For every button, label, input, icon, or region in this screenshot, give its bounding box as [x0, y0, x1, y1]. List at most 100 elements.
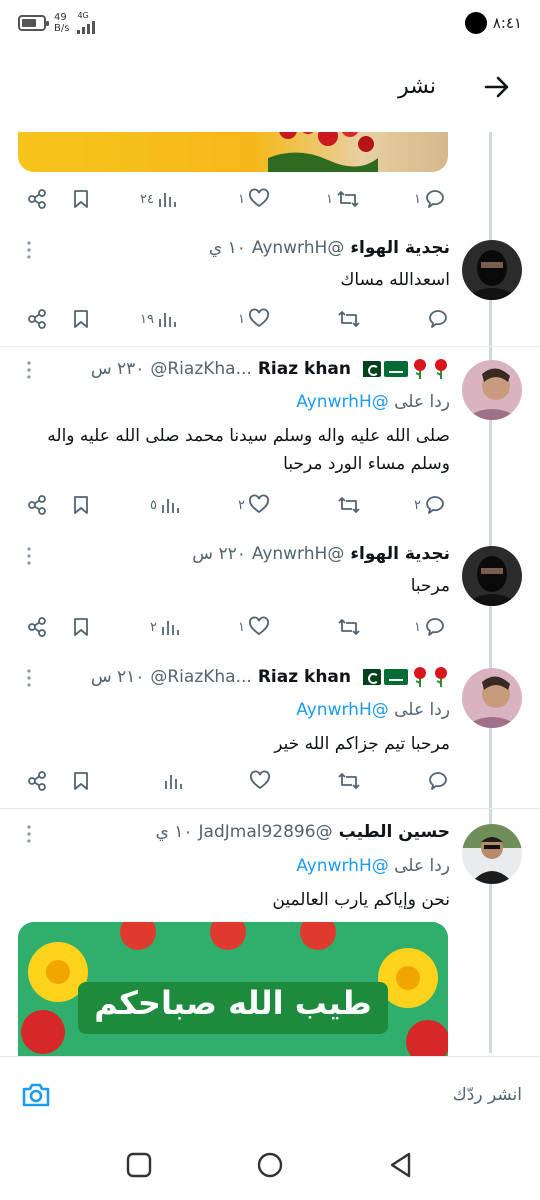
- greeting-text: طيب الله صباحكم: [94, 984, 372, 1022]
- views-icon: [159, 313, 176, 327]
- retweet-button[interactable]: [334, 612, 361, 642]
- handle[interactable]: @RiazKha...: [150, 359, 251, 379]
- avatar[interactable]: [462, 824, 522, 884]
- post-image-bottom[interactable]: طيب الله صباحكم: [18, 922, 448, 1056]
- name-emojis: [357, 666, 450, 688]
- triangle-back-icon[interactable]: [386, 1150, 416, 1180]
- views-count: ١٩: [140, 311, 154, 327]
- saudi-flag-icon: [384, 669, 408, 685]
- top-post-actions: ٢٤ ١ ١ ١: [0, 184, 460, 214]
- bookmark-icon: [74, 772, 88, 790]
- reply-input[interactable]: [102, 1079, 522, 1111]
- tweet-text: صلى الله عليه واله وسلم سيدنا محمد صلى ا…: [47, 426, 450, 474]
- avatar-image: [462, 824, 522, 884]
- mention-link[interactable]: @AynwrhH: [296, 700, 388, 720]
- like-button[interactable]: ٢: [238, 490, 270, 520]
- tweet-text: اسعدالله مساك: [340, 270, 450, 290]
- display-name[interactable]: نجدية الهواء: [350, 238, 450, 258]
- views-button[interactable]: ١٩: [140, 304, 177, 334]
- views-button[interactable]: [160, 766, 183, 796]
- share-button[interactable]: [26, 184, 48, 214]
- signal-icon: [77, 20, 96, 34]
- share-icon: [28, 617, 46, 637]
- retweet-button[interactable]: ١: [326, 184, 360, 214]
- avatar[interactable]: [462, 668, 522, 728]
- like-button[interactable]: ١: [238, 184, 270, 214]
- avatar[interactable]: [462, 546, 522, 606]
- share-button[interactable]: [26, 490, 48, 520]
- handle[interactable]: @JadJmal92896: [199, 822, 333, 842]
- like-count: ١: [238, 191, 245, 207]
- views-button[interactable]: ٥: [150, 490, 180, 520]
- reply-button[interactable]: ٢: [414, 490, 446, 520]
- front-camera: [464, 12, 487, 34]
- avatar[interactable]: [462, 240, 522, 300]
- heart-icon: [249, 308, 269, 328]
- like-button[interactable]: ١: [238, 304, 270, 334]
- bookmark-button[interactable]: [70, 304, 92, 334]
- tweet-2-actions: ٥ ٢ ٢: [0, 490, 460, 520]
- avatar-image: [462, 546, 522, 606]
- reply-button[interactable]: [424, 766, 449, 796]
- camera-icon[interactable]: [20, 1079, 52, 1111]
- more-icon[interactable]: [22, 668, 36, 688]
- views-button[interactable]: ٢: [150, 612, 180, 642]
- replying-to: ردا على @AynwrhH: [296, 700, 450, 720]
- bookmark-button[interactable]: [70, 766, 92, 796]
- replying-to: ردا على @AynwrhH: [296, 392, 450, 412]
- views-icon: [159, 193, 176, 207]
- share-button[interactable]: [26, 612, 48, 642]
- bookmark-button[interactable]: [70, 184, 92, 214]
- square-icon[interactable]: [124, 1150, 154, 1180]
- reply-button[interactable]: [424, 304, 449, 334]
- mention-link[interactable]: @AynwrhH: [296, 392, 388, 412]
- display-name[interactable]: حسين الطيب: [339, 822, 450, 842]
- more-icon[interactable]: [22, 546, 36, 566]
- network-speed-unit: B/s: [54, 23, 70, 34]
- tweet-text: مرحبا: [410, 576, 450, 596]
- avatar[interactable]: [462, 360, 522, 420]
- avatar-image: [462, 240, 522, 300]
- bookmark-button[interactable]: [70, 612, 92, 642]
- tweet-3-actions: ٢ ١ ١: [0, 612, 460, 642]
- like-button[interactable]: ١: [238, 612, 270, 642]
- more-icon[interactable]: [22, 824, 36, 844]
- display-name[interactable]: Riaz khan: [258, 667, 351, 687]
- views-button[interactable]: ٢٤: [140, 184, 177, 214]
- divider: [0, 808, 540, 809]
- rose-icon: [414, 359, 426, 379]
- like-count: ١: [238, 311, 245, 327]
- page-title: نشر: [398, 74, 436, 99]
- retweet-button[interactable]: [334, 304, 361, 334]
- bookmark-button[interactable]: [70, 490, 92, 520]
- share-button[interactable]: [26, 304, 48, 334]
- reply-icon: [426, 496, 444, 514]
- views-icon: [162, 499, 179, 513]
- bookmark-icon: [74, 190, 88, 208]
- heart-icon: [249, 616, 269, 636]
- like-button[interactable]: [246, 766, 271, 796]
- retweet-icon: [338, 497, 360, 513]
- pakistan-flag-icon: [357, 361, 381, 377]
- display-name[interactable]: Riaz khan: [258, 359, 351, 379]
- retweet-button[interactable]: [334, 490, 361, 520]
- status-bar: 49 B/s 4G ٨:٤١: [0, 0, 540, 46]
- timestamp: ١٠ ي: [208, 238, 246, 258]
- reply-button[interactable]: ١: [414, 612, 446, 642]
- tweet-header: Riaz khan @RiazKha... ٢١٠ س: [91, 666, 450, 688]
- retweet-button[interactable]: [334, 766, 361, 796]
- display-name[interactable]: نجدية الهواء: [350, 544, 450, 564]
- circle-icon[interactable]: [255, 1150, 285, 1180]
- more-icon[interactable]: [22, 240, 36, 260]
- handle[interactable]: @RiazKha...: [150, 667, 251, 687]
- name-emojis: [357, 358, 450, 380]
- mention-link[interactable]: @AynwrhH: [296, 856, 388, 876]
- handle[interactable]: @AynwrhH: [252, 238, 344, 258]
- arrow-right-icon[interactable]: [482, 72, 512, 102]
- heart-icon: [249, 494, 269, 514]
- handle[interactable]: @AynwrhH: [252, 544, 344, 564]
- reply-button[interactable]: ١: [414, 184, 446, 214]
- share-button[interactable]: [26, 766, 48, 796]
- more-icon[interactable]: [22, 360, 36, 380]
- views-count: ٢٤: [140, 191, 154, 207]
